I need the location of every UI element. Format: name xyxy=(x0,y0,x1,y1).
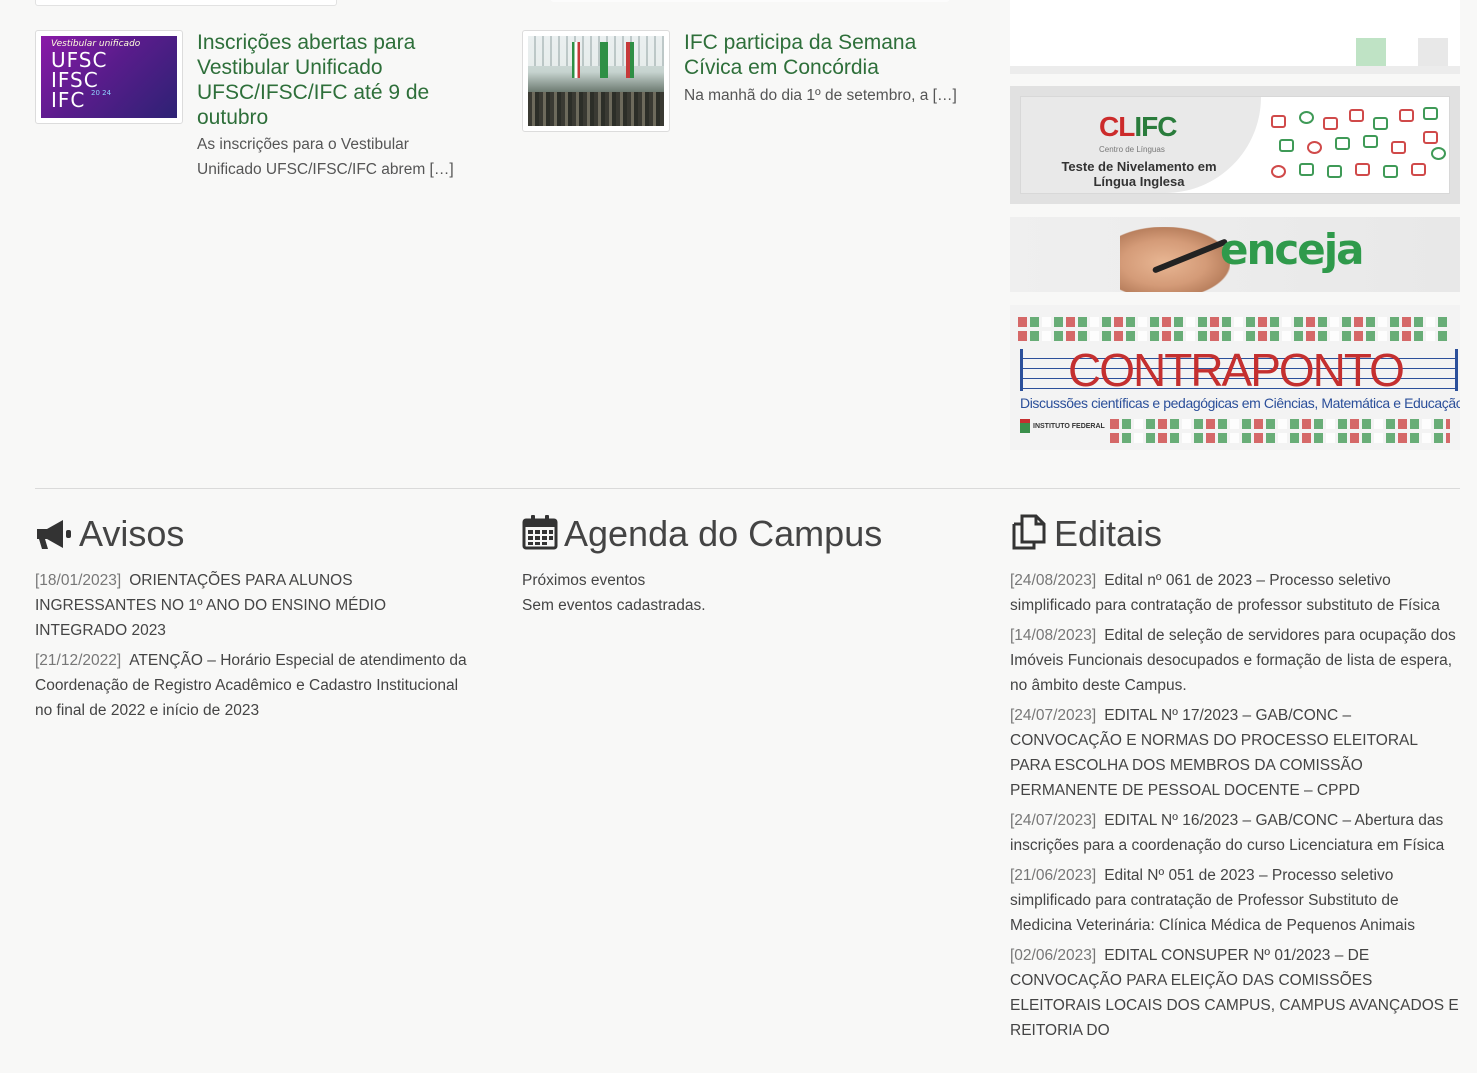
avisos-list: [18/01/2023] ORIENTAÇÕES PARA ALUNOS INGR… xyxy=(35,568,475,723)
news-thumbnail[interactable]: Vestibular unificado UFSC IFSC IFC 20 24 xyxy=(35,30,183,124)
editais-section: Editais [24/08/2023] Edital nº 061 de 202… xyxy=(1010,512,1460,1048)
civic-week-photo xyxy=(528,36,664,126)
list-item[interactable]: [21/12/2022] ATENÇÃO – Horário Especial d… xyxy=(35,648,475,723)
news-item[interactable]: Vestibular unificado UFSC IFSC IFC 20 24… xyxy=(35,30,475,190)
clifc-subtitle: Centro de Línguas xyxy=(1099,145,1165,154)
sidebar-banner-partial[interactable] xyxy=(1010,0,1460,74)
news-item[interactable]: IFC participa da Semana Cívica em Concór… xyxy=(522,30,962,140)
calendar-icon xyxy=(522,515,558,550)
agenda-section: Agenda do Campus Próximos eventos Sem ev… xyxy=(522,512,962,618)
list-item[interactable]: [18/01/2023] ORIENTAÇÕES PARA ALUNOS INGR… xyxy=(35,568,475,643)
news-excerpt: Na manhã do dia 1º de setembro, a […] xyxy=(684,87,957,104)
news-excerpt: As inscrições para o Vestibular Unificad… xyxy=(197,136,454,178)
editais-heading[interactable]: Editais xyxy=(1010,512,1460,556)
clifc-logo: CLIFC xyxy=(1099,111,1177,142)
thumb-line: UFSC xyxy=(51,48,108,72)
list-item[interactable]: [21/06/2023] Edital Nº 051 de 2023 – Proc… xyxy=(1010,863,1460,938)
list-item[interactable]: [24/07/2023] EDITAL Nº 17/2023 – GAB/CONC… xyxy=(1010,703,1460,803)
no-events-message: Sem eventos cadastradas. xyxy=(522,597,706,614)
language-icons xyxy=(1271,107,1446,187)
contraponto-banner[interactable]: CONTRAPONTO Discussões científicas e ped… xyxy=(1010,305,1460,450)
news-title[interactable]: Inscrições abertas para Vestibular Unifi… xyxy=(197,30,477,130)
avisos-section: Avisos [18/01/2023] ORIENTAÇÕES PARA ALUN… xyxy=(35,512,475,728)
avisos-heading[interactable]: Avisos xyxy=(35,512,475,556)
news-thumbnail[interactable] xyxy=(522,30,670,132)
previous-card-shadow xyxy=(550,0,950,2)
list-item[interactable]: [24/08/2023] Edital nº 061 de 2023 – Proc… xyxy=(1010,568,1460,618)
section-divider xyxy=(35,488,1460,489)
list-item[interactable]: [24/07/2023] EDITAL Nº 16/2023 – GAB/CONC… xyxy=(1010,808,1460,858)
vestibular-image: Vestibular unificado UFSC IFSC IFC 20 24 xyxy=(41,36,177,118)
encceja-banner[interactable]: enceja xyxy=(1010,217,1460,292)
thumb-line: IFC xyxy=(51,88,86,112)
agenda-heading[interactable]: Agenda do Campus xyxy=(522,512,962,556)
editais-list: [24/08/2023] Edital nº 061 de 2023 – Proc… xyxy=(1010,568,1460,1043)
agenda-list: Próximos eventos Sem eventos cadastradas… xyxy=(522,568,962,618)
next-events-label: Próximos eventos xyxy=(522,572,646,589)
clifc-banner[interactable]: CLIFC Centro de Línguas Teste de Nivelam… xyxy=(1010,86,1460,204)
clifc-text: Teste de Nivelamento em Língua Inglesa xyxy=(1061,159,1217,189)
previous-card-edge xyxy=(35,0,337,6)
list-item[interactable]: [14/08/2023] Edital de seleção de servido… xyxy=(1010,623,1460,698)
contraponto-title: CONTRAPONTO xyxy=(1068,344,1405,396)
contraponto-subtitle: Discussões científicas e pedagógicas em … xyxy=(1020,395,1460,411)
if-logo: INSTITUTO FEDERAL xyxy=(1020,419,1105,433)
copy-icon xyxy=(1012,514,1046,550)
list-item[interactable]: [02/06/2023] EDITAL CONSUPER Nº 01/2023 –… xyxy=(1010,943,1460,1043)
thumb-year: 20 24 xyxy=(91,89,112,97)
encceja-logo: enceja xyxy=(1220,225,1365,274)
thumb-line: IFSC xyxy=(51,68,99,92)
news-title[interactable]: IFC participa da Semana Cívica em Concór… xyxy=(684,30,964,80)
megaphone-icon xyxy=(37,520,71,549)
